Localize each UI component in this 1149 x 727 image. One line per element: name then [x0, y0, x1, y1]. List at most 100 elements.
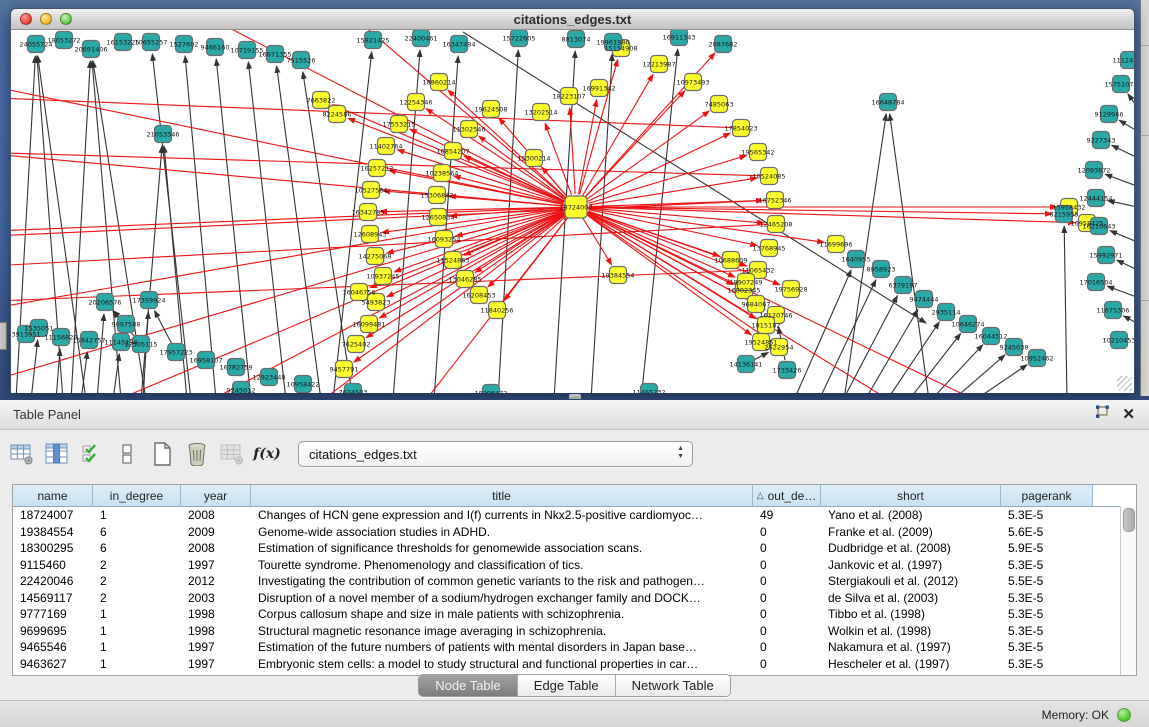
graph-node-label: 19565342: [741, 148, 774, 156]
cell-in_degree: 6: [93, 541, 181, 555]
graph-node-label: 9245012: [227, 386, 256, 393]
memory-status-indicator[interactable]: [1117, 708, 1131, 722]
graph-edge: [155, 311, 172, 343]
graph-edge: [11, 207, 576, 232]
tab-network-table[interactable]: Network Table: [616, 675, 730, 696]
background-window-sliver: [1140, 0, 1149, 396]
cell-in_degree: 2: [93, 574, 181, 588]
graph-node-label: 15942757: [72, 336, 105, 344]
delete-column-icon[interactable]: [184, 441, 210, 467]
cell-in_degree: 6: [93, 525, 181, 539]
graph-node-label: 9129966: [1095, 110, 1124, 118]
close-panel-icon[interactable]: ✕: [1122, 407, 1135, 422]
tab-node-table[interactable]: Node Table: [419, 675, 518, 696]
graph-node-label: 16347494: [442, 40, 475, 48]
network-view-window: citations_edges.txt 18724007151549081221…: [10, 8, 1135, 392]
cell-out_degree: 0: [753, 558, 821, 572]
graph-node-label: 13202514: [524, 108, 557, 116]
row-height-icon[interactable]: [114, 441, 140, 467]
cell-in_degree: 2: [93, 591, 181, 605]
graph-edge: [1117, 260, 1134, 272]
cell-name: 9465546: [13, 640, 93, 654]
graph-node-label: 18223107: [552, 92, 585, 100]
panel-divider-handle[interactable]: [569, 394, 581, 399]
graph-node-label: 15821425: [356, 36, 389, 44]
table-panel-title: Table Panel: [0, 407, 81, 422]
table-row[interactable]: 1456911722003Disruption of a novel membe…: [13, 590, 1136, 607]
graph-node-label: 12093872: [1077, 166, 1110, 174]
cell-year: 2008: [181, 541, 251, 555]
graph-node-label: 17957223: [159, 348, 192, 356]
graph-edge: [97, 314, 104, 393]
column-header-short[interactable]: short: [821, 485, 1001, 506]
background-window-notch: [0, 322, 7, 350]
new-column-icon[interactable]: [149, 441, 175, 467]
graph-node-label: 7485063: [705, 100, 734, 108]
graph-node-label: 18860214: [422, 78, 455, 86]
graph-node-label: 7515526: [287, 56, 316, 64]
graph-node-label: 16752346: [758, 196, 791, 204]
column-header-in_degree[interactable]: in_degree: [93, 485, 181, 506]
graph-node-label: 16802345: [727, 286, 760, 294]
graph-edge: [589, 207, 1075, 222]
graph-node-label: 16046756: [342, 288, 375, 296]
graph-edge: [589, 200, 763, 206]
cell-pagerank: 5.3E-5: [1001, 508, 1093, 522]
graph-node-label: 19756928: [774, 285, 807, 293]
table-vertical-scrollbar[interactable]: [1120, 506, 1136, 675]
graph-edge: [909, 333, 961, 393]
show-columns-icon[interactable]: [44, 441, 70, 467]
cell-title: Changes of HCN gene expression and I(f) …: [251, 508, 753, 522]
attribute-table: namein_degreeyeartitle△out_de…shortpager…: [12, 484, 1137, 676]
table-row[interactable]: 911546021997Tourette syndrome. Phenomeno…: [13, 557, 1136, 574]
window-titlebar[interactable]: citations_edges.txt: [11, 9, 1134, 30]
import-table-icon[interactable]: [219, 441, 245, 467]
table-select-dropdown[interactable]: citations_edges.txt ▲▼: [298, 441, 693, 467]
graph-edge: [887, 322, 939, 393]
table-row[interactable]: 1830029562008Estimation of significance …: [13, 540, 1136, 557]
graph-node-label: 9684067: [742, 300, 771, 308]
network-canvas[interactable]: 1872400715154908122139871097349374850631…: [11, 30, 1134, 393]
cell-out_degree: 0: [753, 541, 821, 555]
graph-node-label: 8813074: [562, 35, 591, 43]
graph-node-label: 12923448: [252, 373, 285, 381]
tab-edge-table[interactable]: Edge Table: [518, 675, 616, 696]
graph-node-label: 11065432: [741, 266, 774, 274]
graph-node-label: 9457791: [330, 365, 359, 373]
table-row[interactable]: 977716911998Corpus callosum shape and si…: [13, 606, 1136, 623]
cell-pagerank: 5.6E-5: [1001, 525, 1093, 539]
column-header-pagerank[interactable]: pagerank: [1001, 485, 1093, 506]
column-header-year[interactable]: year: [181, 485, 251, 506]
column-header-title[interactable]: title: [251, 485, 753, 506]
graph-node-label: 15722605: [502, 34, 535, 42]
cell-out_degree: 0: [753, 525, 821, 539]
table-row[interactable]: 946362711997Embryonic stem cells: a mode…: [13, 656, 1136, 673]
table-row[interactable]: 1938455462009Genome-wide association stu…: [13, 524, 1136, 541]
graph-node-label: 19624508: [474, 105, 507, 113]
graph-edge: [755, 352, 768, 359]
graph-node-label: 9097588: [112, 320, 141, 328]
graph-node-label: 10958422: [286, 380, 319, 388]
graph-node-label: 16208453: [462, 291, 495, 299]
column-header-filler: [1093, 485, 1136, 506]
graph-node-label: 16044512: [974, 332, 1007, 340]
table-row[interactable]: 969969511998Structural magnetic resonanc…: [13, 623, 1136, 640]
graph-node-label: 19961986: [596, 38, 629, 46]
graph-node-label: 12465208: [759, 220, 792, 228]
function-builder-icon[interactable]: f(x): [254, 441, 280, 467]
column-header-name[interactable]: name: [13, 485, 93, 506]
graph-node-label: 9227343: [1087, 136, 1116, 144]
graph-edge: [890, 114, 929, 393]
graph-node-label: 7624503: [339, 388, 368, 393]
table-row[interactable]: 946554611997Estimation of the future num…: [13, 639, 1136, 656]
table-options-icon[interactable]: [9, 441, 35, 467]
select-rows-icon[interactable]: [79, 441, 105, 467]
table-row[interactable]: 2242004622012Investigating the contribut…: [13, 573, 1136, 590]
scrollbar-thumb[interactable]: [1123, 508, 1135, 532]
float-window-icon[interactable]: [1095, 405, 1110, 424]
graph-node-label: 13046285: [448, 275, 481, 283]
cell-year: 2012: [181, 574, 251, 588]
column-header-out_degree[interactable]: △out_de…: [753, 485, 821, 506]
window-resize-grip[interactable]: [1117, 376, 1132, 391]
table-row[interactable]: 1872400712008Changes of HCN gene express…: [13, 507, 1136, 524]
